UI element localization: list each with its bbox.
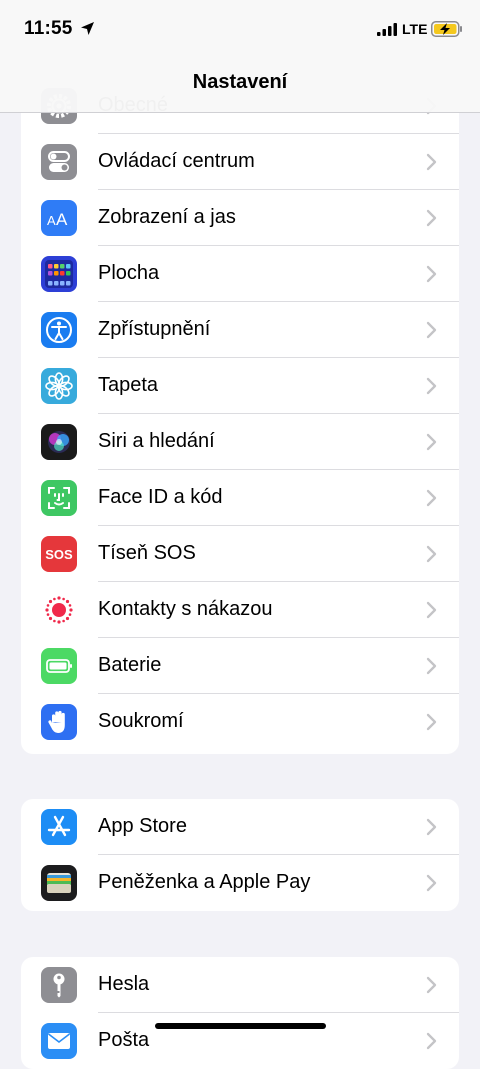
settings-row-label: Siri a hledání — [98, 430, 215, 452]
status-bar: 11:55 LTE — [0, 0, 480, 60]
home-indicator[interactable] — [155, 1023, 326, 1029]
settings-row-label: Ovládací centrum — [98, 150, 255, 172]
page-title: Nastavení — [192, 71, 288, 93]
exposure-icon — [41, 592, 77, 628]
chevron-right-icon — [426, 321, 437, 339]
settings-row-label: Zobrazení a jas — [98, 206, 236, 228]
chevron-right-icon — [426, 433, 437, 451]
settings-row-emergency-sos[interactable]: SOS Tíseň SOS — [21, 526, 459, 582]
accessibility-icon — [41, 312, 77, 348]
settings-row-privacy[interactable]: Soukromí — [21, 694, 459, 750]
settings-row-label: Tapeta — [98, 374, 159, 396]
settings-row-label: Baterie — [98, 654, 162, 676]
settings-row-passwords[interactable]: Hesla — [21, 957, 459, 1013]
chevron-right-icon — [426, 265, 437, 283]
settings-row-label: App Store — [98, 815, 187, 837]
settings-row-label: Pošta — [98, 1029, 150, 1051]
face-id-icon — [41, 480, 77, 516]
settings-row-mail[interactable]: Pošta — [21, 1013, 459, 1069]
settings-row-exposure-notifications[interactable]: Kontakty s nákazou — [21, 582, 459, 638]
chevron-right-icon — [426, 153, 437, 171]
chevron-right-icon — [426, 657, 437, 675]
settings-row-app-store[interactable]: App Store — [21, 799, 459, 855]
key-icon — [41, 967, 77, 1003]
chevron-right-icon — [426, 489, 437, 507]
settings-row-battery[interactable]: Baterie — [21, 638, 459, 694]
home-screen-icon — [41, 256, 77, 292]
wallet-icon — [41, 865, 77, 901]
settings-row-label: Tíseň SOS — [98, 542, 196, 564]
chevron-right-icon — [426, 601, 437, 619]
chevron-right-icon — [426, 713, 437, 731]
chevron-right-icon — [426, 874, 437, 892]
battery-charging-icon — [431, 21, 462, 37]
app-store-icon — [41, 809, 77, 845]
settings-row-label: Soukromí — [98, 710, 184, 732]
settings-row-face-id[interactable]: Face ID a kód — [21, 470, 459, 526]
settings-group-general: Obecné Ovládací centrum A A Zobrazení a … — [21, 78, 459, 754]
siri-icon — [41, 424, 77, 460]
settings-row-control-center[interactable]: Ovládací centrum — [21, 134, 459, 190]
settings-row-wallet[interactable]: Peněženka a Apple Pay — [21, 855, 459, 911]
svg-text:A: A — [47, 213, 56, 228]
text-size-icon: A A — [41, 200, 77, 236]
sos-icon: SOS — [41, 536, 77, 572]
settings-row-accessibility[interactable]: Zpřístupnění — [21, 302, 459, 358]
settings-row-label: Hesla — [98, 973, 150, 995]
battery-icon — [41, 648, 77, 684]
svg-text:SOS: SOS — [45, 547, 73, 562]
chevron-right-icon — [426, 209, 437, 227]
chevron-right-icon — [426, 818, 437, 836]
chevron-right-icon — [426, 545, 437, 563]
settings-row-label: Face ID a kód — [98, 486, 223, 508]
mail-icon — [41, 1023, 77, 1059]
settings-group-apps: Hesla Pošta — [21, 957, 459, 1069]
settings-row-siri[interactable]: Siri a hledání — [21, 414, 459, 470]
svg-text:A: A — [56, 210, 68, 229]
switches-icon — [41, 144, 77, 180]
network-type: LTE — [402, 21, 428, 37]
settings-row-label: Peněženka a Apple Pay — [98, 871, 311, 893]
flower-icon — [41, 368, 77, 404]
settings-group-store: App Store Peněženka a Apple Pay — [21, 799, 459, 911]
settings-row-label: Kontakty s nákazou — [98, 598, 273, 620]
settings-row-home-screen[interactable]: Plocha — [21, 246, 459, 302]
status-time: 11:55 — [24, 18, 73, 39]
location-arrow-icon — [81, 22, 94, 35]
chevron-right-icon — [426, 1032, 437, 1050]
settings-row-label: Plocha — [98, 262, 160, 284]
settings-row-label: Zpřístupnění — [98, 318, 211, 340]
hand-icon — [41, 704, 77, 740]
chevron-right-icon — [426, 377, 437, 395]
settings-row-wallpaper[interactable]: Tapeta — [21, 358, 459, 414]
chevron-right-icon — [426, 976, 437, 994]
cellular-signal-icon — [377, 23, 397, 36]
settings-row-display[interactable]: A A Zobrazení a jas — [21, 190, 459, 246]
